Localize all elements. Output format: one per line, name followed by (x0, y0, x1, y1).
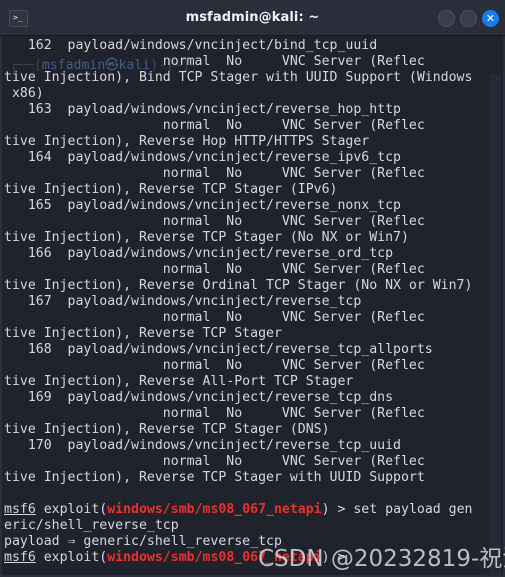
terminal-text-segment: 163 payload/windows/vncinject/reverse_ho… (4, 102, 401, 117)
close-button[interactable]: ✕ (482, 10, 499, 27)
terminal-line: 169 payload/windows/vncinject/reverse_tc… (4, 390, 500, 406)
terminal-text-segment: payload ⇒ generic/shell_reverse_tcp (4, 534, 282, 549)
terminal-line: tive Injection), Reverse TCP Stager (4, 326, 500, 342)
terminal-line: x86) (4, 86, 500, 102)
terminal-line: 170 payload/windows/vncinject/reverse_tc… (4, 438, 500, 454)
terminal-text-segment: tive Injection), Reverse TCP Stager (No … (4, 230, 409, 245)
terminal-text-segment: msf6 (4, 550, 36, 565)
terminal-text-segment: tive Injection), Reverse TCP Stager with… (4, 470, 425, 485)
terminal-line: normal No VNC Server (Reflec (4, 118, 500, 134)
terminal-text-segment: tive Injection), Bind TCP Stager with UU… (4, 70, 473, 85)
terminal-text-segment: normal No VNC Server (Reflec (4, 262, 425, 277)
terminal-text-segment: normal No VNC Server (Reflec (4, 166, 425, 181)
terminal-text-segment: normal No VNC Server (Reflec (4, 214, 425, 229)
terminal-text-segment: normal No VNC Server (Reflec (4, 54, 425, 69)
terminal-line: tive Injection), Reverse TCP Stager (No … (4, 230, 500, 246)
terminal-text-segment: tive Injection), Reverse Hop HTTP/HTTPS … (4, 134, 370, 149)
terminal-text-segment: normal No VNC Server (Reflec (4, 406, 425, 421)
terminal-text-segment: exploit( (35, 550, 108, 565)
terminal-text-segment: tive Injection), Reverse TCP Stager (4, 326, 282, 341)
terminal-text-segment: tive Injection), Reverse TCP Stager (IPv… (4, 182, 338, 197)
terminal-text-segment: tive Injection), Reverse Ordinal TCP Sta… (4, 278, 473, 293)
terminal-text-segment: windows/smb/ms08_067_netapi (107, 550, 322, 565)
terminal-line: 162 payload/windows/vncinject/bind_tcp_u… (4, 38, 500, 54)
terminal-text-segment: tive Injection), Reverse All-Port TCP St… (4, 374, 354, 389)
terminal-text-segment: exploit( (35, 502, 108, 517)
terminal-text-segment: 165 payload/windows/vncinject/reverse_no… (4, 198, 401, 213)
terminal-output: 162 payload/windows/vncinject/bind_tcp_u… (2, 36, 500, 566)
terminal-line: normal No VNC Server (Reflec (4, 406, 500, 422)
terminal-text-segment: windows/smb/ms08_067_netapi (107, 502, 322, 517)
scrollbar-track[interactable] (490, 74, 501, 575)
terminal-text-segment: 168 payload/windows/vncinject/reverse_tc… (4, 342, 433, 357)
terminal-text-segment: normal No VNC Server (Reflec (4, 310, 425, 325)
terminal-window: >_ msfadmin@kali: ~ ✕ ┌──(msfadmin㉿kali)… (0, 0, 505, 577)
terminal-text-segment: ) > (321, 550, 354, 565)
terminal-text-segment: 169 payload/windows/vncinject/reverse_tc… (4, 390, 394, 405)
terminal-text-segment: eric/shell_reverse_tcp (4, 518, 179, 533)
terminal-text-segment: normal No VNC Server (Reflec (4, 118, 425, 133)
terminal-text-segment: x86) (4, 86, 44, 101)
window-titlebar[interactable]: >_ msfadmin@kali: ~ ✕ (0, 0, 505, 36)
terminal-line: 166 payload/windows/vncinject/reverse_or… (4, 246, 500, 262)
terminal-line: payload ⇒ generic/shell_reverse_tcp (4, 534, 500, 550)
terminal-text-segment: msf6 (4, 502, 36, 517)
terminal-line: normal No VNC Server (Reflec (4, 54, 500, 70)
terminal-line: tive Injection), Bind TCP Stager with UU… (4, 70, 500, 86)
maximize-button[interactable] (460, 10, 477, 27)
terminal-line: tive Injection), Reverse Ordinal TCP Sta… (4, 278, 500, 294)
minimize-button[interactable] (438, 10, 455, 27)
terminal-text-segment: 162 payload/windows/vncinject/bind_tcp_u… (4, 38, 378, 53)
terminal-line: normal No VNC Server (Reflec (4, 358, 500, 374)
terminal-line: eric/shell_reverse_tcp (4, 518, 500, 534)
terminal-line: tive Injection), Reverse TCP Stager (IPv… (4, 182, 500, 198)
terminal-line: 168 payload/windows/vncinject/reverse_tc… (4, 342, 500, 358)
terminal-line: normal No VNC Server (Reflec (4, 166, 500, 182)
terminal-line: tive Injection), Reverse TCP Stager (DNS… (4, 422, 500, 438)
terminal-text-segment: 167 payload/windows/vncinject/reverse_tc… (4, 294, 362, 309)
terminal-line: 165 payload/windows/vncinject/reverse_no… (4, 198, 500, 214)
terminal-text-segment: 170 payload/windows/vncinject/reverse_tc… (4, 438, 401, 453)
terminal-text-segment: tive Injection), Reverse TCP Stager (DNS… (4, 422, 330, 437)
terminal-line: normal No VNC Server (Reflec (4, 310, 500, 326)
terminal-line: tive Injection), Reverse TCP Stager with… (4, 470, 500, 486)
terminal-line: 164 payload/windows/vncinject/reverse_ip… (4, 150, 500, 166)
terminal-line: msf6 exploit(windows/smb/ms08_067_netapi… (4, 550, 500, 566)
terminal-line: 167 payload/windows/vncinject/reverse_tc… (4, 294, 500, 310)
terminal-text-segment: ) > set payload gen (321, 502, 473, 517)
terminal-text-segment: 164 payload/windows/vncinject/reverse_ip… (4, 150, 401, 165)
terminal-line: normal No VNC Server (Reflec (4, 262, 500, 278)
terminal-line: tive Injection), Reverse Hop HTTP/HTTPS … (4, 134, 500, 150)
terminal-line: 163 payload/windows/vncinject/reverse_ho… (4, 102, 500, 118)
terminal-text-segment: 166 payload/windows/vncinject/reverse_or… (4, 246, 394, 261)
terminal-text-segment: normal No VNC Server (Reflec (4, 454, 425, 469)
window-title: msfadmin@kali: ~ (185, 10, 320, 25)
terminal-line: msf6 exploit(windows/smb/ms08_067_netapi… (4, 502, 500, 518)
terminal-body[interactable]: ┌──(msfadmin㉿kali)-[~] 162 payload/windo… (0, 36, 505, 577)
terminal-line: tive Injection), Reverse All-Port TCP St… (4, 374, 500, 390)
terminal-line: normal No VNC Server (Reflec (4, 454, 500, 470)
terminal-line: normal No VNC Server (Reflec (4, 214, 500, 230)
terminal-text-segment: normal No VNC Server (Reflec (4, 358, 425, 373)
